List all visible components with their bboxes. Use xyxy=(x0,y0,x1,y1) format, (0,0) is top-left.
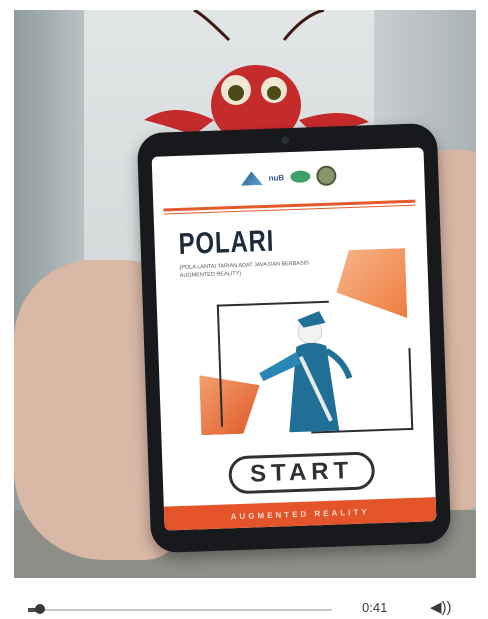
institution-logo-icon xyxy=(240,171,262,186)
seek-handle[interactable] xyxy=(35,604,46,614)
leaf-logo-icon xyxy=(289,170,311,184)
logo-bar: nuB xyxy=(152,147,426,206)
app-subtitle: (POLA LANTAI TARIAN ADAT JAVA DAN BERBAS… xyxy=(179,260,310,279)
video-frame[interactable]: nuB POLARI (POLA LANTAI TARIAN ADAT JAVA… xyxy=(14,10,476,578)
logo-text: nuB xyxy=(268,172,285,183)
start-button[interactable]: START xyxy=(228,451,376,495)
playback-time: 0:41 xyxy=(362,600,388,615)
phone-camera xyxy=(280,136,290,145)
seek-track[interactable] xyxy=(28,609,332,611)
seal-logo-icon xyxy=(315,165,337,187)
app-title: POLARI xyxy=(178,224,275,261)
phone: nuB POLARI (POLA LANTAI TARIAN ADAT JAVA… xyxy=(136,122,452,554)
volume-icon[interactable]: ◀)) xyxy=(430,598,452,616)
dancer-illustration xyxy=(259,311,353,433)
phone-screen[interactable]: nuB POLARI (POLA LANTAI TARIAN ADAT JAVA… xyxy=(151,147,437,531)
ar-footer-bar: AUGMENTED REALITY xyxy=(163,497,437,531)
video-controls: 0:41 ◀)) xyxy=(0,592,488,619)
